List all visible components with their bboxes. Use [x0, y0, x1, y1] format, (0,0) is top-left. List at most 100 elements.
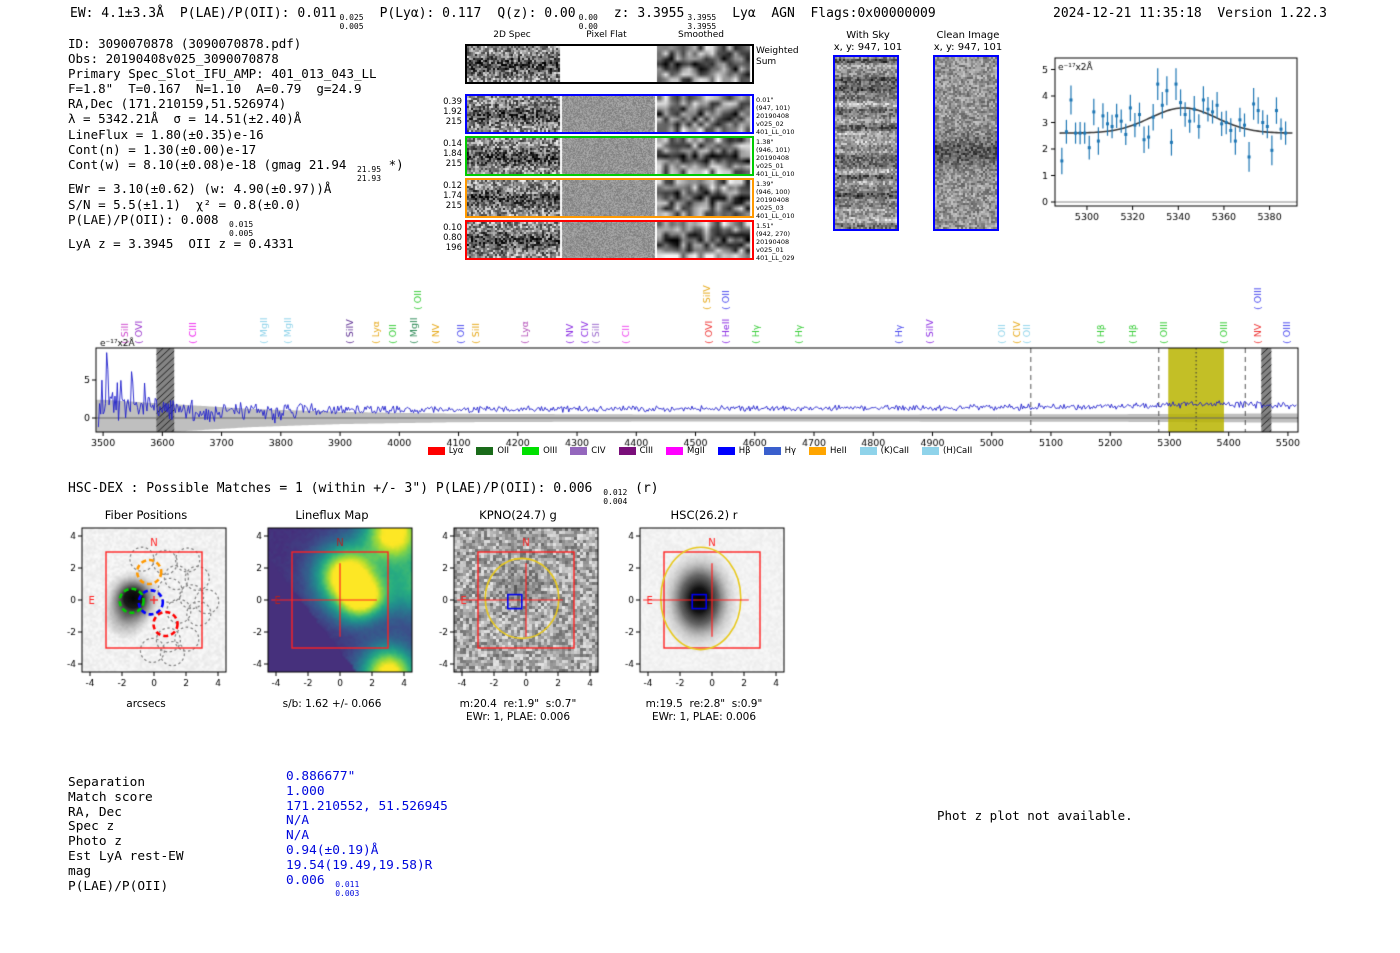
legend-item: CIV — [570, 446, 606, 456]
clean-image-panel: Clean Image x, y: 947, 101 — [928, 30, 1008, 235]
match-row-label: RA, Dec — [68, 804, 122, 820]
spec2d-row — [465, 178, 754, 218]
info-line: Primary Spec_Slot_IFU_AMP: 401_013_043_L… — [68, 66, 377, 82]
match-row-value: 0.006 0.011 0.003 — [286, 872, 360, 898]
spec2d-row-image — [467, 222, 752, 258]
spec2d-row-stat: 215 — [445, 159, 462, 169]
elixer-report-page: EW: 4.1±3.3Å P(LAE)/P(OII): 0.011 0.025 0.0… — [0, 0, 1400, 953]
with-sky-coords: x, y: 947, 101 — [833, 42, 903, 53]
spec2d-row — [465, 220, 754, 260]
spec2d-row-image — [467, 46, 752, 82]
stacked-uncertainty: 21.95 21.93 — [356, 164, 382, 183]
legend-label: Hγ — [784, 446, 797, 456]
kpno-cutout-xlabel: m:20.4 re:1.9" s:0.7" — [459, 698, 577, 710]
with-sky-title: With Sky — [846, 30, 890, 41]
spec2d-row — [465, 94, 754, 134]
info-line: Cont(w) = 8.10(±0.08)e-18 (gmag 21.94 21… — [68, 156, 404, 183]
kpno-cutout-xlabel2: EWr: 1, PLAE: 0.006 — [465, 711, 571, 723]
spec2d-row-image — [467, 180, 752, 216]
legend-swatch — [717, 447, 735, 455]
legend-label: CIII — [639, 446, 654, 456]
match-row-value: 0.886677" — [286, 769, 356, 784]
clean-image-title: Clean Image — [936, 30, 1000, 41]
info-line: Cont(n) = 1.30(±0.00)e-17 — [68, 141, 257, 157]
legend-item: Hβ — [717, 446, 751, 456]
match-row-value: N/A — [286, 828, 310, 844]
spec2d-cutout-figure: 2D Spec Pixel Flat Smoothed Weighted Sum 0.3… — [443, 28, 800, 263]
spec2d-row — [465, 44, 754, 84]
header-segment: P(LAE)/P(OII): 0.011 0.025 0.005 — [179, 6, 364, 32]
spec2d-row-id: 1.39" (946, 100) 20190408 v025_03 401_LL… — [756, 180, 795, 220]
info-line: EWr = 3.10(±0.62) (w: 4.90(±0.97))Å — [68, 181, 332, 197]
legend-label: Lyα — [448, 446, 464, 456]
legend-item: HeII — [809, 446, 847, 456]
legend-swatch — [763, 447, 781, 455]
table-row: Separation 0.886677" — [68, 769, 448, 790]
catalog-match-table: Separation 0.886677" Match score 1.000 RA, D… — [68, 769, 448, 898]
fiber-positions-plot — [56, 524, 236, 694]
spec2d-row-stat: 215 — [445, 117, 462, 127]
info-line: λ = 5342.21Å σ = 14.51(±2.40)Å — [68, 111, 302, 127]
info-line: ID: 3090070878 (3090070878.pdf) — [68, 36, 302, 51]
spec2d-row-stat: 0.12 — [443, 181, 462, 191]
stacked-uncertainty: 0.015 0.005 — [229, 219, 254, 238]
match-row-label: Separation — [68, 775, 146, 790]
spec2d-column-header: Smoothed — [678, 30, 724, 40]
info-line: RA,Dec (171.210159,51.526974) — [68, 96, 287, 112]
legend-swatch — [922, 447, 940, 455]
match-row-label: Est LyA rest-EW — [68, 848, 184, 864]
clean-image-coords: x, y: 947, 101 — [933, 42, 1003, 53]
spec2d-row-stat: 0.80 — [443, 233, 462, 243]
match-row-label: Spec z — [68, 819, 115, 835]
stacked-uncertainty: 0.011 0.003 — [335, 879, 360, 898]
clean-image — [933, 55, 999, 231]
legend-swatch — [809, 447, 827, 455]
legend-item: Lyα — [427, 446, 464, 456]
legend-label: OII — [497, 446, 510, 456]
header-segment: P(Lyα): 0.117 — [379, 6, 482, 21]
match-row-value: 171.210552, 51.526945 — [286, 798, 448, 814]
spec2d-row-id: Weighted Sum — [756, 46, 799, 67]
match-row-value: 19.54(19.49,19.58)R — [286, 857, 433, 873]
match-row-value: 0.94(±0.19)Å — [286, 842, 379, 858]
match-row-value: 1.000 — [286, 783, 325, 799]
legend-swatch — [476, 447, 494, 455]
hsc-cutout-title: HSC(26.2) r — [670, 508, 738, 522]
with-sky-panel: With Sky x, y: 947, 101 — [828, 30, 908, 235]
legend-label: OIII — [543, 446, 558, 456]
report-header-summary: EW: 4.1±3.3Å P(LAE)/P(OII): 0.011 0.025 0.0… — [70, 6, 952, 32]
spec2d-row-stat: 1.84 — [443, 149, 462, 159]
with-sky-image — [833, 55, 899, 231]
legend-label: (H)CaII — [943, 446, 973, 456]
spec2d-row — [465, 136, 754, 176]
hsc-cutout-plot — [614, 524, 794, 694]
spec2d-row-image — [467, 138, 752, 174]
fiber-positions-xlabel: arcsecs — [126, 698, 166, 710]
fiber-positions-title: Fiber Positions — [104, 508, 188, 522]
hsc-cutout-xlabel: m:19.5 re:2.8" s:0.9" — [645, 698, 763, 710]
spec2d-column-header: 2D Spec — [493, 30, 531, 40]
legend-item: (K)CaII — [859, 446, 909, 456]
lineflux-map-panel: Lineflux Map s/b: 1.62 +/- 0.066 — [242, 508, 422, 711]
match-row-label: P(LAE)/P(OII) — [68, 878, 169, 894]
spec2d-column-header: Pixel Flat — [586, 30, 627, 40]
info-line: S/N = 5.5(±1.1) χ² = 0.8(±0.0) — [68, 196, 302, 212]
legend-label: Hβ — [738, 446, 751, 456]
legend-swatch — [859, 447, 877, 455]
report-timestamp-version: 2024-12-21 11:35:18 Version 1.22.3 — [1053, 6, 1327, 21]
legend-swatch — [522, 447, 540, 455]
fiber-positions-panel: Fiber Positions arcsecs — [56, 508, 236, 711]
info-line: LineFlux = 1.80(±0.35)e-16 — [68, 126, 264, 142]
lineflux-map-title: Lineflux Map — [295, 508, 369, 522]
hscdex-match-header: HSC-DEX : Possible Matches = 1 (within +… — [68, 481, 659, 507]
stacked-uncertainty: 0.012 0.004 — [603, 488, 628, 507]
spectrum-line-legend: Lyα OII OIII CIV CIII MgII Hβ Hγ HeII (K)CaII (H)C… — [95, 446, 1305, 456]
kpno-cutout-panel: KPNO(24.7) g m:20.4 re:1.9" s:0.7" EWr: … — [428, 508, 608, 724]
legend-label: MgII — [687, 446, 705, 456]
hsc-cutout-panel: HSC(26.2) r m:19.5 re:2.8" s:0.9" EWr: 1… — [614, 508, 794, 724]
header-segment: Lyα AGN Flags:0x00000009 — [732, 6, 936, 21]
match-row-value: N/A — [286, 813, 310, 829]
info-line: P(LAE)/P(OII): 0.008 0.015 0.005 — [68, 211, 254, 238]
hsc-cutout-xlabel2: EWr: 1, PLAE: 0.006 — [651, 711, 757, 723]
legend-item: CIII — [618, 446, 654, 456]
